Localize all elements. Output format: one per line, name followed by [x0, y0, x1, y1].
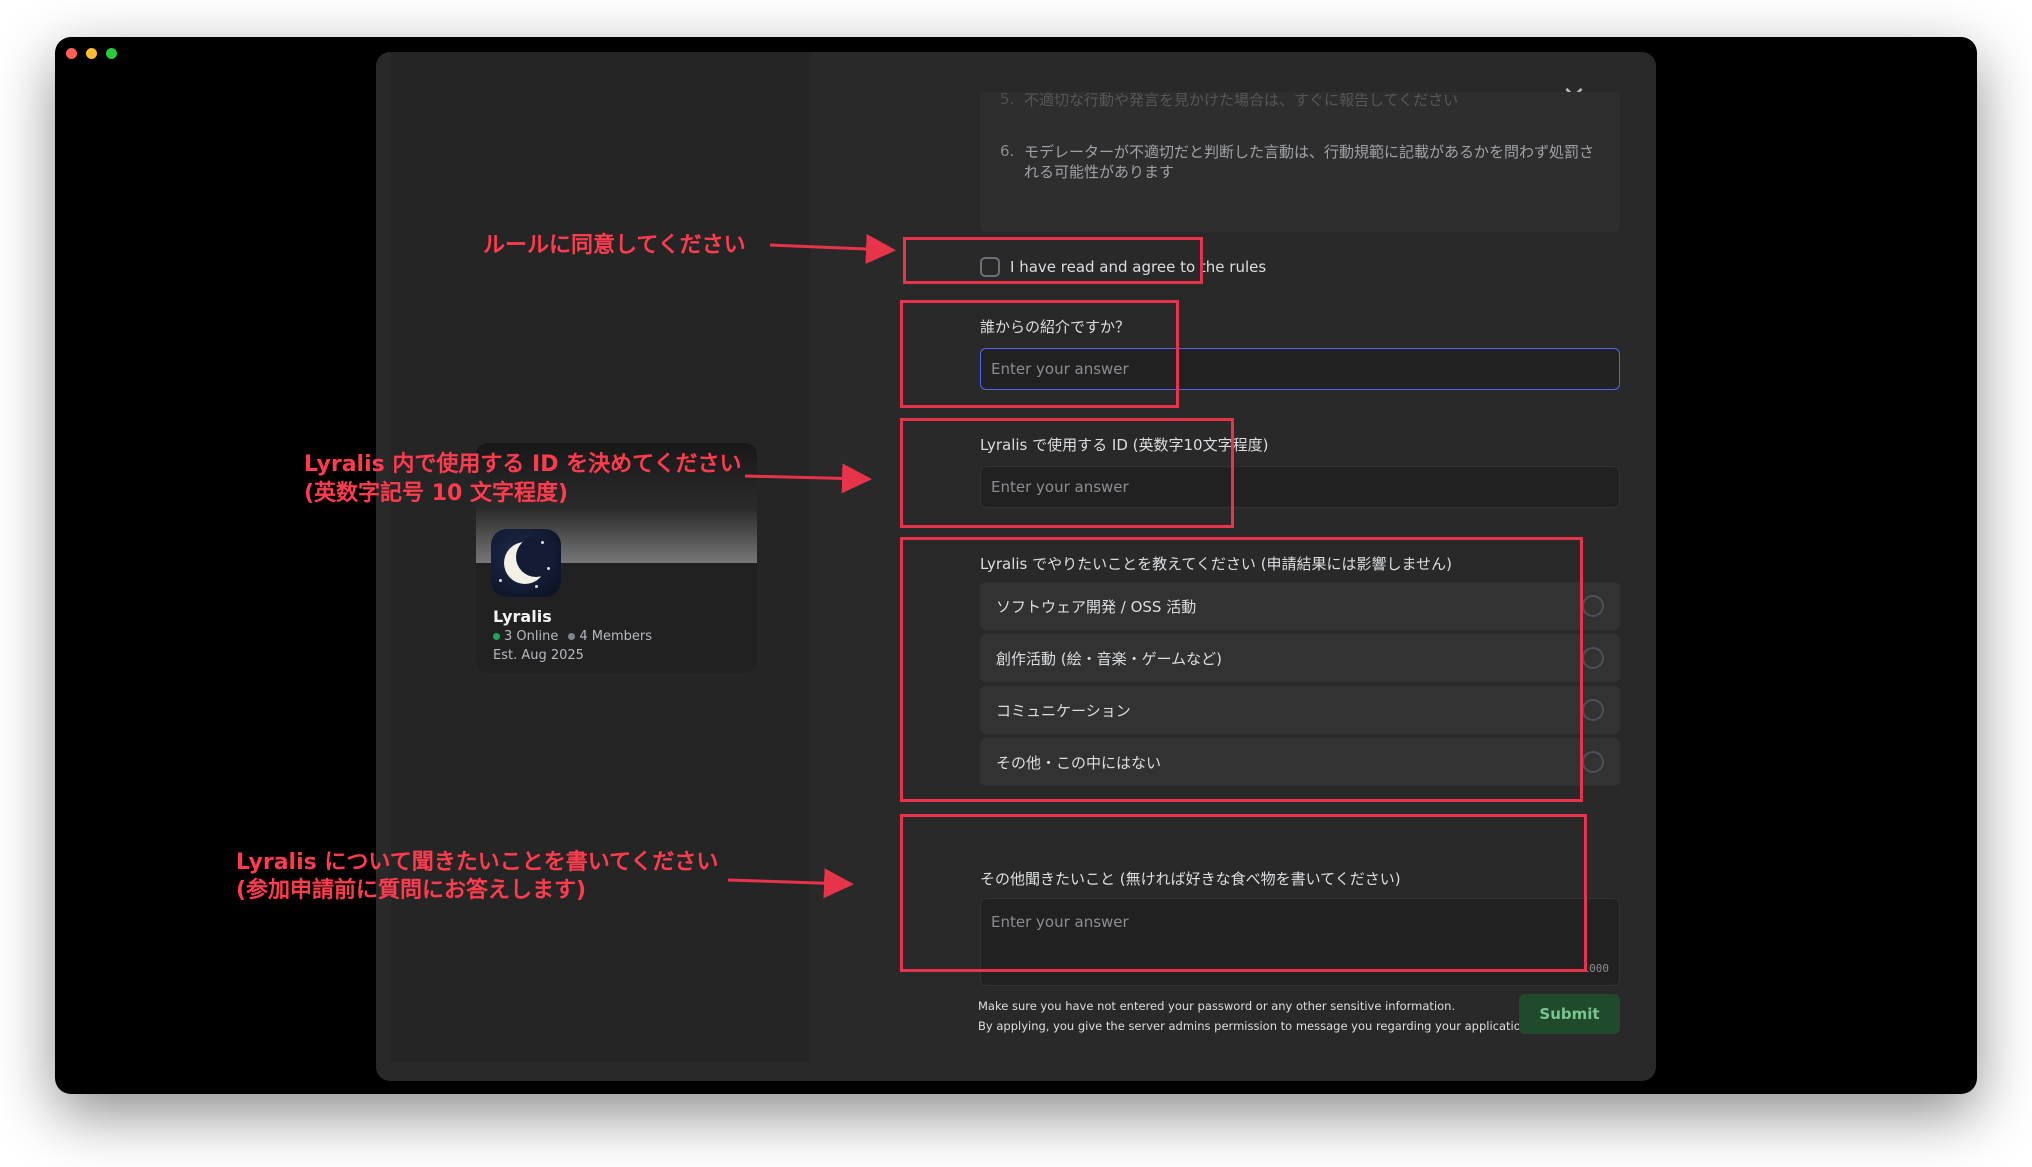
arrow-id [744, 463, 872, 494]
arrow-questions [727, 868, 854, 899]
annotation-arrows [727, 234, 896, 899]
arrow-agree [769, 234, 896, 264]
